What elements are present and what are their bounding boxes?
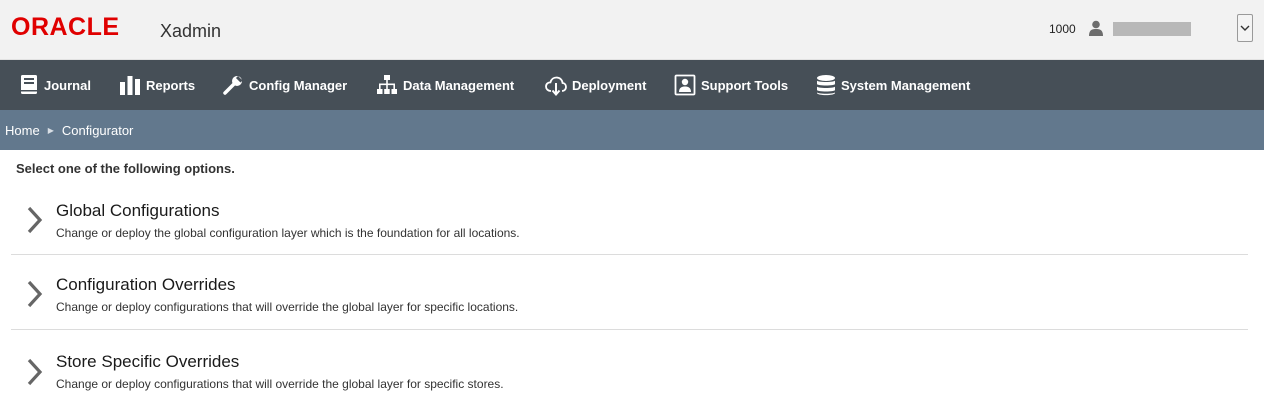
- support-icon: [674, 74, 696, 96]
- breadcrumb: Home ▶ Configurator: [0, 110, 1264, 150]
- nav-label: Data Management: [403, 77, 515, 93]
- svg-text:ORACLE: ORACLE: [11, 14, 120, 38]
- main-nav: Journal Reports Config Manager Data Mana…: [0, 60, 1264, 110]
- option-description: Change or deploy configurations that wil…: [56, 377, 504, 391]
- option-title: Global Configurations: [56, 201, 220, 220]
- journal-icon: [21, 75, 37, 94]
- nav-label: Reports: [146, 77, 196, 93]
- nav-deployment[interactable]: Deployment: [545, 60, 646, 110]
- chevron-right-icon: [27, 206, 43, 234]
- store-number: 1000: [1049, 22, 1076, 36]
- hierarchy-icon: [377, 75, 397, 94]
- app-name: Xadmin: [160, 21, 222, 41]
- option-title: Store Specific Overrides: [56, 352, 240, 371]
- breadcrumb-separator-icon: ▶: [47, 125, 54, 135]
- instructions-text: Select one of the following options.: [16, 161, 235, 176]
- chevron-right-icon: [27, 280, 43, 308]
- database-icon: [817, 75, 835, 96]
- nav-label: Config Manager: [249, 77, 348, 93]
- option-description: Change or deploy the global configuratio…: [56, 226, 520, 240]
- user-icon: [1089, 20, 1103, 36]
- app-header: ORACLE Xadmin 1000: [0, 0, 1264, 60]
- nav-reports[interactable]: Reports: [119, 60, 195, 110]
- nav-label: Support Tools: [701, 77, 789, 93]
- nav-support-tools[interactable]: Support Tools: [674, 60, 788, 110]
- nav-data-management[interactable]: Data Management: [376, 60, 514, 110]
- divider: [11, 254, 1248, 255]
- user-name-redacted[interactable]: [1113, 22, 1191, 36]
- option-global-configurations[interactable]: Global Configurations Change or deploy t…: [11, 193, 1248, 267]
- nav-label: Deployment: [572, 77, 647, 93]
- nav-journal[interactable]: Journal: [19, 60, 91, 110]
- oracle-logo: ORACLE: [11, 14, 120, 38]
- divider: [11, 329, 1248, 330]
- chevron-right-icon: [27, 358, 43, 386]
- nav-label: System Management: [841, 77, 971, 93]
- reports-icon: [120, 76, 140, 95]
- user-menu-dropdown[interactable]: [1237, 14, 1253, 42]
- option-title: Configuration Overrides: [56, 275, 236, 294]
- breadcrumb-home[interactable]: Home: [5, 123, 40, 138]
- chevron-down-icon: [1240, 25, 1250, 31]
- nav-label: Journal: [44, 77, 91, 93]
- cloud-download-icon: [545, 76, 567, 96]
- nav-system-management[interactable]: System Management: [816, 60, 970, 110]
- wrench-icon: [223, 75, 243, 95]
- breadcrumb-current: Configurator: [61, 122, 134, 138]
- option-description: Change or deploy configurations that wil…: [56, 300, 519, 314]
- nav-config-manager[interactable]: Config Manager: [222, 60, 347, 110]
- option-store-specific-overrides[interactable]: Store Specific Overrides Change or deplo…: [11, 345, 1248, 406]
